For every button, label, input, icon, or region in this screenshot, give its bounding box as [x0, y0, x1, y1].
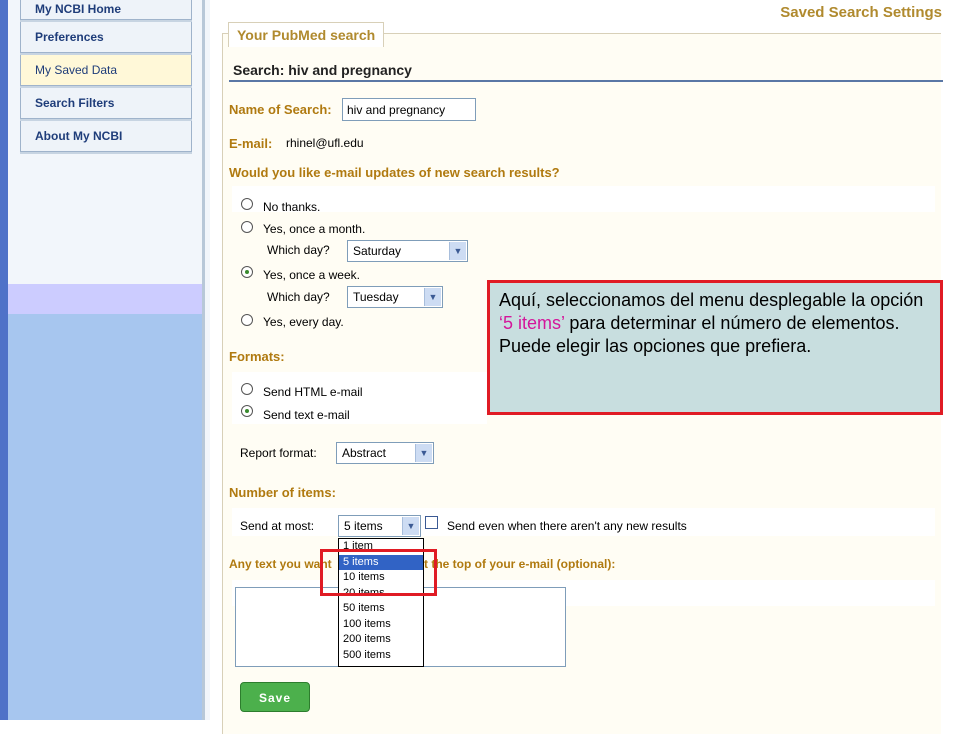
save-button[interactable]: Save: [240, 682, 310, 712]
page-title: Saved Search Settings: [780, 4, 942, 21]
callout-text-before: Aquí, seleccionamos del menu desplegable…: [499, 290, 924, 310]
chevron-down-icon: ▼: [402, 517, 419, 535]
formats-label: Formats:: [229, 349, 285, 364]
email-text-question-right: t the top of your e-mail (optional):: [424, 557, 616, 571]
sidebar-nav: My NCBI Home Preferences My Saved Data S…: [20, 0, 192, 154]
left-sidebar: My NCBI Home Preferences My Saved Data S…: [0, 0, 210, 720]
name-of-search-input[interactable]: [342, 98, 476, 121]
email-value: rhinel@ufl.edu: [286, 136, 364, 150]
send-even-label: Send even when there aren't any new resu…: [447, 519, 687, 533]
radio-send-text-label: Send text e-mail: [263, 408, 350, 422]
send-at-most-select-value: 5 items: [344, 519, 383, 533]
chevron-down-icon: ▼: [415, 444, 432, 462]
radio-once-a-week-label: Yes, once a week.: [263, 268, 360, 282]
sidebar-item-my-ncbi-home[interactable]: My NCBI Home: [20, 0, 192, 22]
callout-highlight: ‘5 items’: [499, 313, 565, 333]
report-format-select-value: Abstract: [342, 446, 387, 460]
report-format-label: Report format:: [240, 446, 317, 460]
which-day-label-month: Which day?: [267, 243, 330, 257]
radio-once-a-month[interactable]: [241, 221, 253, 233]
dropdown-option-100-items[interactable]: 100 items: [339, 617, 423, 633]
month-day-select[interactable]: Saturday ▼: [347, 240, 468, 262]
week-day-select-value: Tuesday: [353, 290, 399, 304]
updates-row-background: [232, 186, 935, 212]
send-at-most-select[interactable]: 5 items ▼: [338, 515, 421, 537]
radio-every-day-label: Yes, every day.: [263, 315, 344, 329]
send-even-checkbox[interactable]: [425, 516, 438, 529]
dropdown-option-200-items[interactable]: 200 items: [339, 632, 423, 648]
sidebar-item-my-saved-data[interactable]: My Saved Data: [20, 55, 192, 88]
search-title: Search: hiv and pregnancy: [229, 60, 943, 82]
radio-no-thanks-label: No thanks.: [263, 200, 321, 214]
number-of-items-label: Number of items:: [229, 485, 336, 500]
radio-every-day[interactable]: [241, 314, 253, 326]
radio-send-html[interactable]: [241, 383, 253, 395]
send-at-most-label: Send at most:: [240, 519, 315, 533]
radio-send-html-label: Send HTML e-mail: [263, 385, 363, 399]
instruction-callout: Aquí, seleccionamos del menu desplegable…: [487, 280, 943, 415]
email-label: E-mail:: [229, 136, 273, 151]
sidebar-left-strip: [0, 0, 8, 720]
chevron-down-icon: ▼: [449, 242, 466, 260]
sidebar-blue-area: [8, 314, 204, 720]
which-day-label-week: Which day?: [267, 290, 330, 304]
sidebar-lavender-band: [8, 284, 204, 314]
radio-no-thanks[interactable]: [241, 198, 253, 210]
dropdown-option-50-items[interactable]: 50 items: [339, 601, 423, 617]
radio-send-text[interactable]: [241, 405, 253, 417]
sidebar-item-search-filters[interactable]: Search Filters: [20, 88, 192, 121]
sidebar-item-about-my-ncbi[interactable]: About My NCBI: [20, 121, 192, 154]
chevron-down-icon: ▼: [424, 288, 441, 306]
name-of-search-label: Name of Search:: [229, 102, 332, 117]
radio-once-a-week[interactable]: [241, 266, 253, 278]
month-day-select-value: Saturday: [353, 244, 402, 258]
highlight-box: [320, 549, 437, 596]
week-day-select[interactable]: Tuesday ▼: [347, 286, 443, 308]
email-text-question-left: Any text you want: [229, 557, 332, 571]
updates-question: Would you like e-mail updates of new sea…: [229, 165, 560, 180]
sidebar-item-preferences[interactable]: Preferences: [20, 22, 192, 55]
radio-once-a-month-label: Yes, once a month.: [263, 222, 366, 236]
sidebar-edge: [202, 0, 205, 720]
report-format-select[interactable]: Abstract ▼: [336, 442, 434, 464]
tab-your-pubmed-search[interactable]: Your PubMed search: [228, 22, 385, 47]
dropdown-option-500-items[interactable]: 500 items: [339, 648, 423, 664]
